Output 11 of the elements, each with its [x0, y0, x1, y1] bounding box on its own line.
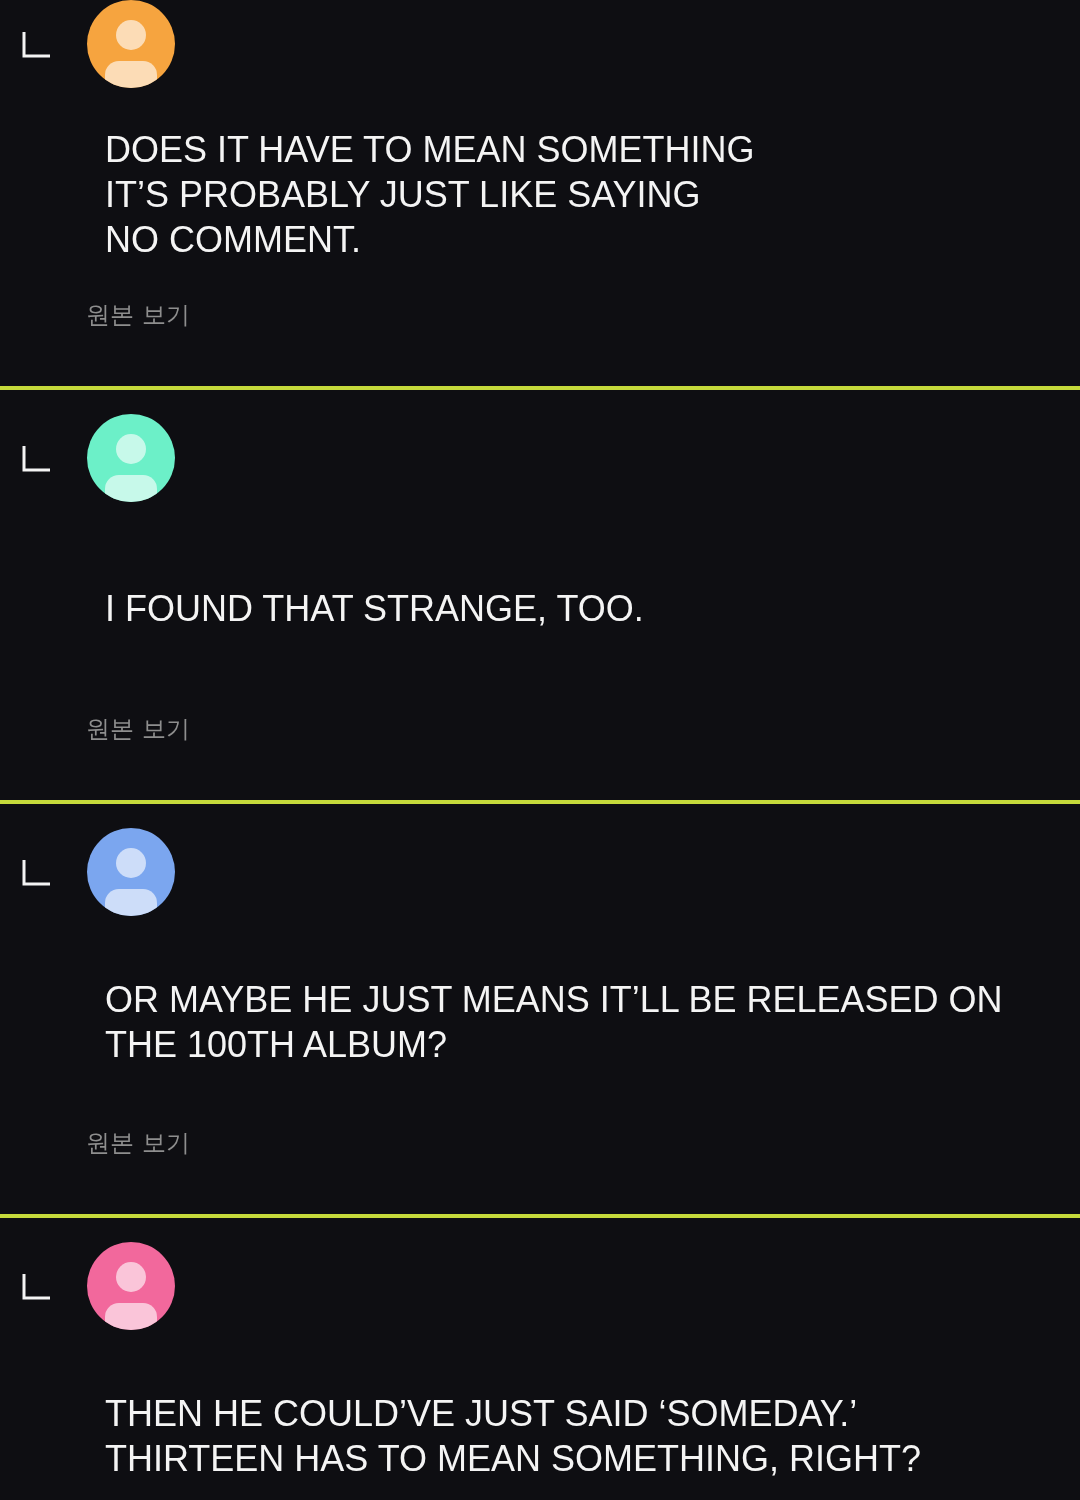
comment-text: I FOUND THAT STRANGE, TOO.	[105, 586, 644, 631]
reply-indent-icon	[22, 860, 50, 886]
view-original-link[interactable]: 원본 보기	[86, 300, 190, 330]
reply-indent-icon	[22, 446, 50, 472]
reply-indent-icon	[22, 1274, 50, 1300]
view-original-link[interactable]: 원본 보기	[86, 714, 190, 744]
comment-text: DOES IT HAVE TO MEAN SOMETHING IT’S PROBABLY JUST LIKE SAYING NO COMMENT.	[105, 127, 755, 262]
comment-text: OR MAYBE HE JUST MEANS IT’LL BE RELEASED ON THE 100TH ALBUM?	[105, 978, 1004, 1067]
view-original-link[interactable]: 원본 보기	[86, 1128, 190, 1158]
reply-indent-icon	[22, 32, 50, 58]
comment-text: THEN HE COULD’VE JUST SAID ‘SOMEDAY.’ THIRTEEN HAS TO MEAN SOMETHING, RIGHT?	[105, 1392, 922, 1481]
